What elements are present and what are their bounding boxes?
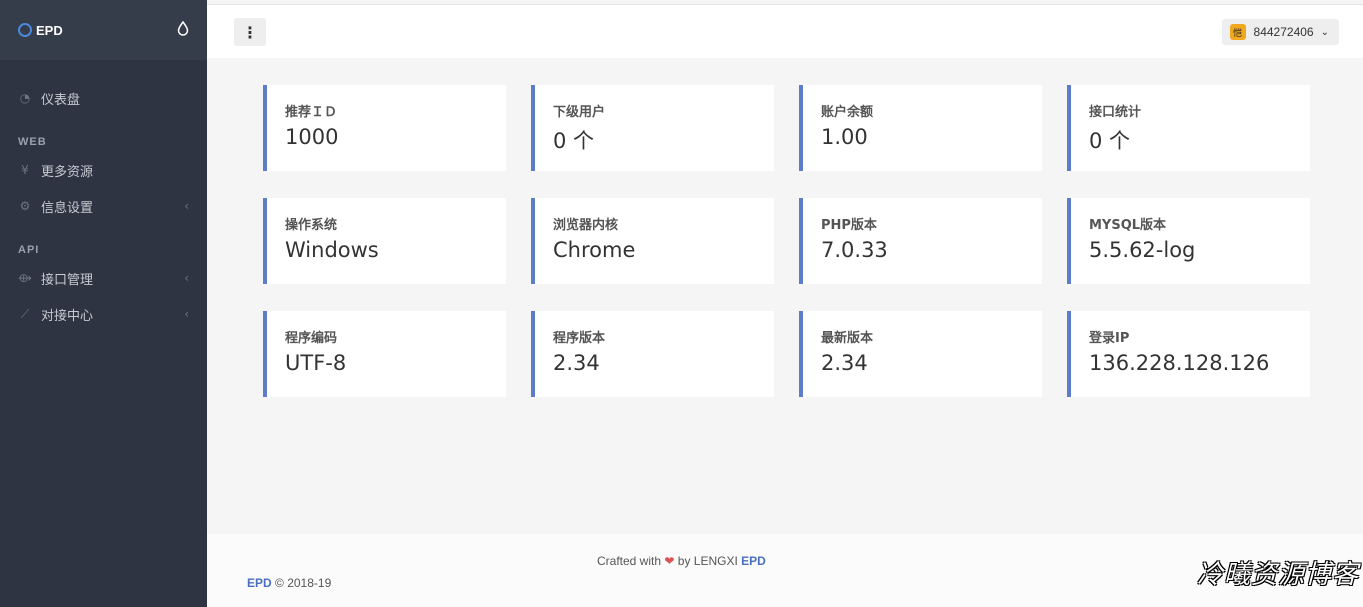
sidebar-item-info-settings[interactable]: ⚙ 信息设置 ‹ [0, 188, 207, 224]
user-menu-button[interactable]: 恺 844272406 ⌄ [1221, 19, 1339, 45]
stat-card-php-version: PHP版本 7.0.33 [799, 198, 1042, 284]
stat-value: 2.34 [821, 351, 868, 375]
copyright-text: © 2018-19 [275, 576, 332, 590]
watermark: 冷曦资源博客 [1196, 560, 1359, 590]
yen-icon: ¥ [21, 163, 29, 177]
avatar: 恺 [1229, 24, 1246, 40]
sidebar: EPD ◔ 仪表盘 WEB ¥ 更多资源 ⚙ 信息设置 ‹ API ⟴ 接口管理… [0, 0, 207, 607]
stat-card-api-stats: 接口统计 0 个 [1067, 85, 1310, 171]
stat-label: 推荐ＩＤ [285, 105, 338, 120]
stat-value: Windows [285, 238, 379, 262]
footer-copyright: EPD © 2018-19 [247, 576, 331, 590]
main-content: 推荐ＩＤ 1000 下级用户 0 个 账户余额 1.00 接口统计 0 个 操作… [207, 58, 1363, 534]
heart-icon: ❤ [664, 554, 675, 568]
stats-grid: 推荐ＩＤ 1000 下级用户 0 个 账户余额 1.00 接口统计 0 个 操作… [263, 85, 1310, 397]
drop-icon[interactable] [177, 20, 189, 40]
brand-name: EPD [36, 22, 63, 38]
stat-value: 0 个 [1089, 129, 1131, 153]
stat-label: 接口统计 [1089, 105, 1142, 120]
stat-label: 程序版本 [553, 331, 606, 346]
dashboard-icon: ◔ [19, 91, 31, 105]
sidebar-item-label: 更多资源 [41, 164, 94, 180]
stat-label: MYSQL版本 [1089, 218, 1167, 233]
trend-icon: ⟋ [20, 306, 30, 321]
stat-label: 下级用户 [553, 105, 606, 120]
stat-label: 浏览器内核 [553, 218, 619, 233]
stat-label: 程序编码 [285, 331, 338, 346]
stat-card-encoding: 程序编码 UTF-8 [263, 311, 506, 397]
sidebar-section-web: WEB [18, 136, 47, 148]
brand-link[interactable]: EPD [741, 554, 766, 568]
sidebar-item-api-management[interactable]: ⟴ 接口管理 ‹ [0, 260, 207, 296]
brand-logo[interactable]: EPD [18, 23, 63, 38]
stat-card-browser: 浏览器内核 Chrome [531, 198, 774, 284]
stat-label: 登录IP [1089, 331, 1130, 346]
chevron-left-icon: ‹ [184, 271, 189, 285]
author-text: by LENGXI [677, 554, 738, 568]
more-menu-button[interactable]: ⋮ [234, 18, 266, 46]
sidebar-item-dashboard[interactable]: ◔ 仪表盘 [0, 80, 207, 116]
stat-card-latest-version: 最新版本 2.34 [799, 311, 1042, 397]
stat-card-os: 操作系统 Windows [263, 198, 506, 284]
ring-logo-icon [18, 23, 32, 37]
stat-card-mysql-version: MYSQL版本 5.5.62-log [1067, 198, 1310, 284]
sidebar-section-api: API [18, 244, 40, 256]
sidebar-item-label: 接口管理 [41, 272, 94, 288]
stat-value: 1.00 [821, 125, 868, 149]
stat-label: 账户余额 [821, 105, 874, 120]
user-name: 844272406 [1253, 25, 1314, 39]
sidebar-nav: ◔ 仪表盘 WEB ¥ 更多资源 ⚙ 信息设置 ‹ API ⟴ 接口管理 ‹ ⟋… [0, 60, 207, 332]
stat-card-login-ip: 登录IP 136.228.128.126 [1067, 311, 1310, 397]
stat-value: 1000 [285, 125, 339, 149]
stat-label: PHP版本 [821, 218, 877, 233]
stat-value: Chrome [553, 238, 636, 262]
brand-bar: EPD [0, 0, 207, 60]
sidebar-item-more-resources[interactable]: ¥ 更多资源 [0, 152, 207, 188]
stat-card-referral-id: 推荐ＩＤ 1000 [263, 85, 506, 171]
top-header: ⋮ 恺 844272406 ⌄ [207, 4, 1363, 58]
chevron-down-icon: ⌄ [1320, 26, 1329, 38]
plug-icon: ⟴ [18, 271, 32, 285]
stat-value: 2.34 [553, 351, 600, 375]
stat-value: 0 个 [553, 129, 595, 153]
sidebar-item-label: 信息设置 [41, 200, 94, 216]
stat-value: UTF-8 [285, 351, 347, 375]
stat-label: 操作系统 [285, 218, 338, 233]
chevron-left-icon: ‹ [184, 199, 189, 213]
more-vertical-icon: ⋮ [242, 22, 258, 42]
copyright-brand-link[interactable]: EPD [247, 576, 272, 590]
stat-label: 最新版本 [821, 331, 874, 346]
stat-value: 136.228.128.126 [1089, 351, 1270, 375]
stat-value: 7.0.33 [821, 238, 888, 262]
stat-card-program-version: 程序版本 2.34 [531, 311, 774, 397]
stat-value: 5.5.62-log [1089, 238, 1196, 262]
footer: Crafted with ❤ by LENGXI EPD EPD © 2018-… [207, 534, 1363, 607]
sidebar-item-label: 仪表盘 [41, 92, 81, 108]
footer-credit: Crafted with ❤ by LENGXI EPD [597, 554, 766, 568]
sidebar-item-docking-center[interactable]: ⟋ 对接中心 ‹ [0, 296, 207, 332]
sidebar-item-label: 对接中心 [41, 308, 94, 324]
crafted-text: Crafted with [597, 554, 662, 568]
chevron-left-icon: ‹ [184, 307, 189, 321]
gear-icon: ⚙ [19, 199, 31, 213]
stat-card-sub-users: 下级用户 0 个 [531, 85, 774, 171]
stat-card-balance: 账户余额 1.00 [799, 85, 1042, 171]
